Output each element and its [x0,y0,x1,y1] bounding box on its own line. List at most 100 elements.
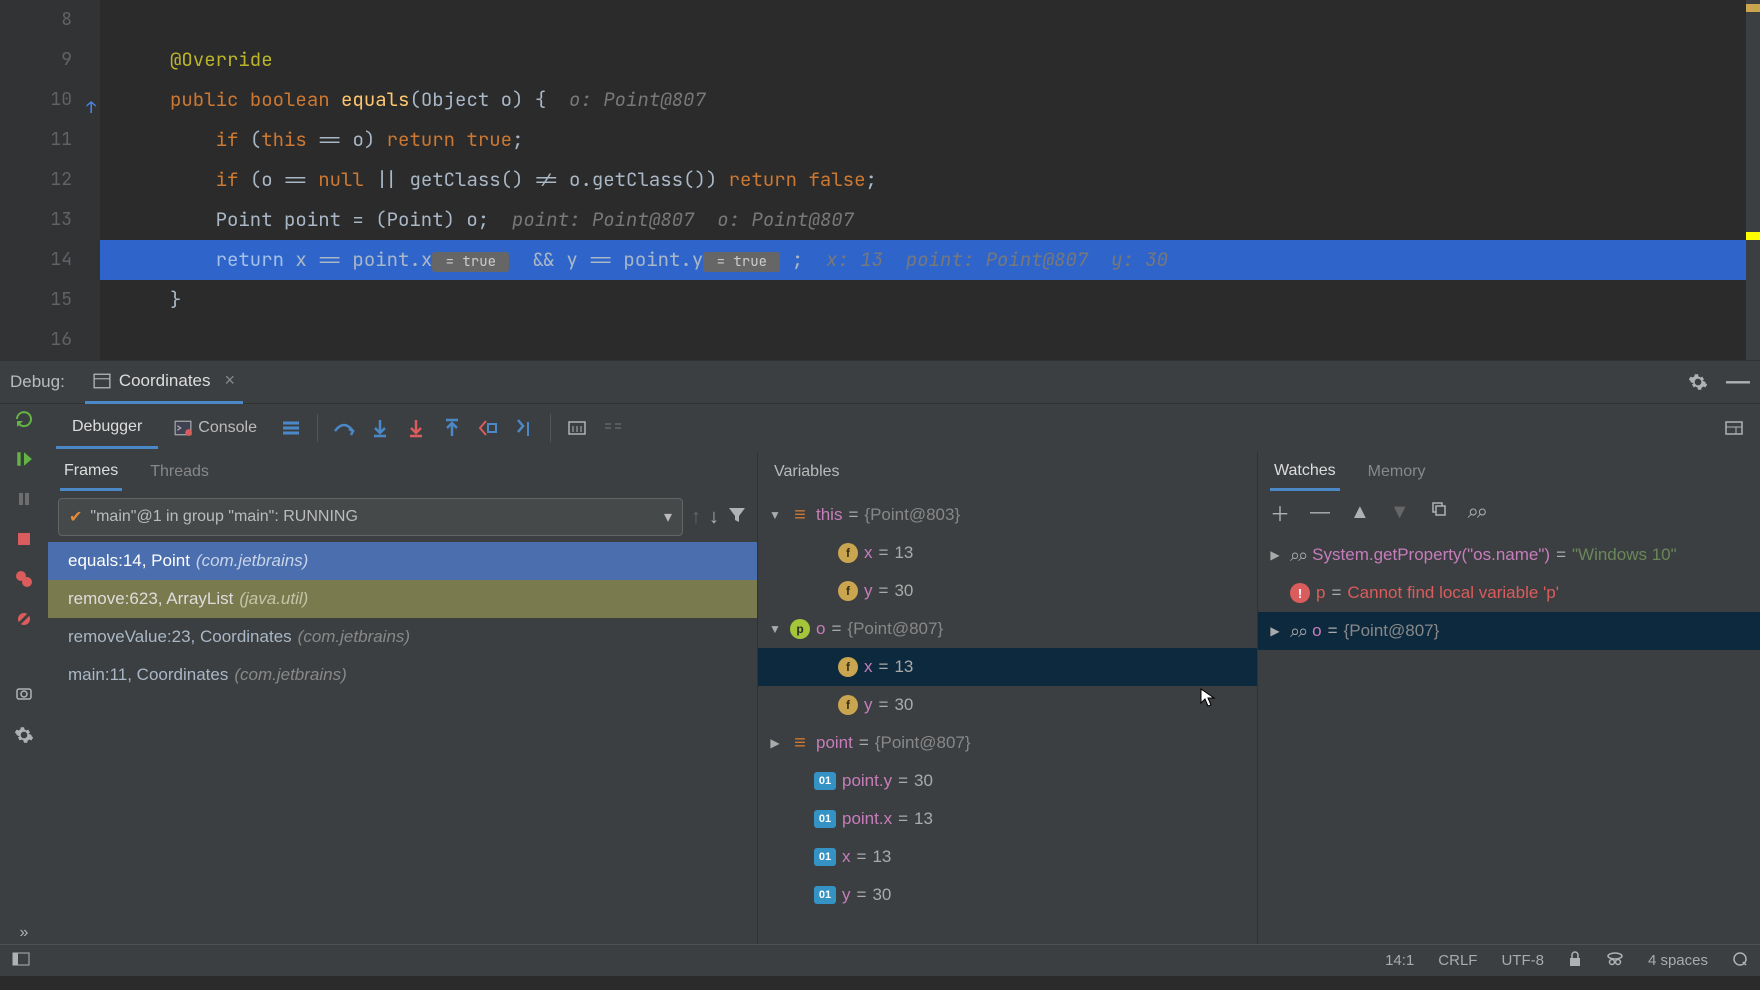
var-name: y [864,695,873,715]
gutter-line[interactable]: 9 [0,40,72,80]
view-breakpoints-icon[interactable] [13,568,35,590]
frame-row[interactable]: main:11, Coordinates (com.jetbrains) [48,656,757,694]
inspector-icon[interactable] [1606,951,1624,971]
watch-value: Cannot find local variable 'p' [1347,583,1559,603]
gutter-line[interactable]: 14 [0,240,72,280]
step-over-icon[interactable] [326,410,362,446]
resume-icon[interactable] [13,448,35,470]
variable-row[interactable]: ▶f y = 30 [758,686,1257,724]
chevron-down-icon[interactable]: ▾ [664,507,672,527]
step-into-icon[interactable] [362,410,398,446]
variable-row[interactable]: ▶01 y = 30 [758,876,1257,914]
frame-text: main:11, Coordinates [68,665,228,685]
scroll-marker[interactable] [1746,232,1760,240]
minimize-icon[interactable]: — [1726,368,1750,396]
close-icon[interactable]: × [225,370,236,391]
evaluate-expression-icon[interactable] [559,410,595,446]
filter-icon[interactable] [727,505,747,529]
debugger-tab[interactable]: Debugger [56,408,158,449]
remove-watch-icon[interactable]: — [1310,501,1330,524]
indent-settings[interactable]: 4 spaces [1648,952,1708,969]
duplicate-watch-icon[interactable] [1430,500,1448,524]
variable-row[interactable]: ▶≡ point = {Point@807} [758,724,1257,762]
variable-row[interactable]: ▶01 x = 13 [758,838,1257,876]
variable-row[interactable]: ▶01 point.y = 30 [758,762,1257,800]
step-out-icon[interactable] [434,410,470,446]
caret-position[interactable]: 14:1 [1385,952,1414,969]
expand-arrow-icon[interactable]: ▶ [1266,548,1284,562]
console-tab[interactable]: Console [158,409,273,447]
variable-row[interactable]: ▶01 point.x = 13 [758,800,1257,838]
var-eq: = [879,581,889,601]
watches-tab[interactable]: Watches [1270,454,1340,491]
frame-row[interactable]: equals:14, Point (com.jetbrains) [48,542,757,580]
variables-list: ▼≡ this = {Point@803}▶f x = 13▶f y = 30▼… [758,492,1257,918]
kw: true [455,127,512,152]
variable-row[interactable]: ▶f y = 30 [758,572,1257,610]
memory-tab[interactable]: Memory [1364,455,1430,489]
var-eq: = [879,657,889,677]
file-encoding[interactable]: UTF-8 [1501,952,1544,969]
frame-row[interactable]: removeValue:23, Coordinates (com.jetbrai… [48,618,757,656]
variable-row[interactable]: ▶f x = 13 [758,648,1257,686]
watches-panel: Watches Memory ＋ — ▲ ▼ ⌕⌕ ▶⌕⌕ System.get… [1258,452,1760,944]
line-separator[interactable]: CRLF [1438,952,1477,969]
editor-scrollbar[interactable] [1746,0,1760,360]
threads-tab[interactable]: Threads [146,455,213,489]
kw: if [216,127,239,152]
add-watch-icon[interactable]: ＋ [1270,498,1290,527]
debugger-settings-icon[interactable] [13,724,35,746]
readonly-lock-icon[interactable] [1568,951,1582,971]
debug-config-tab[interactable]: Coordinates × [85,360,243,404]
mute-breakpoints-icon[interactable] [13,608,35,630]
gutter-line[interactable]: 12 [0,160,72,200]
trace-current-stream-chain-icon[interactable] [595,410,631,446]
thread-selector[interactable]: ✔ "main"@1 in group "main": RUNNING ▾ [58,498,683,536]
drop-frame-icon[interactable] [470,410,506,446]
memory-indicator-icon[interactable] [1732,951,1748,971]
rerun-icon[interactable] [13,408,35,430]
tool-window-toggle-icon[interactable] [12,952,30,970]
gutter-line[interactable]: 10 ● ↑ [0,80,72,120]
next-frame-icon[interactable]: ↓ [709,506,719,529]
expand-icon[interactable]: » [13,922,35,944]
frames-tab[interactable]: Frames [60,454,122,491]
force-step-into-icon[interactable] [398,410,434,446]
var-name: x [864,657,873,677]
settings-icon[interactable] [1688,372,1708,392]
expand-arrow-icon[interactable]: ▶ [766,736,784,750]
override-up-icon[interactable]: ↑ [86,88,96,128]
inline-hint: point: Point@807 o: Point@807 [489,207,854,232]
prev-frame-icon[interactable]: ↑ [691,506,701,529]
move-down-icon[interactable]: ▼ [1390,501,1410,524]
get-thread-dump-icon[interactable] [13,684,35,706]
field-icon: f [838,695,858,715]
gutter-line[interactable]: 16 [0,320,72,360]
threads-view-icon[interactable] [273,410,309,446]
editor-code[interactable]: @Override public boolean equals(Object o… [100,0,1760,360]
stop-icon[interactable] [13,528,35,550]
watch-row[interactable]: ▶⌕⌕ System.getProperty("os.name") = "Win… [1258,536,1760,574]
gutter-line[interactable]: 11 [0,120,72,160]
expand-arrow-icon[interactable]: ▼ [766,508,784,522]
gutter-line[interactable]: 8 [0,0,72,40]
variable-row[interactable]: ▼p o = {Point@807} [758,610,1257,648]
watch-row[interactable]: ▶⌕⌕ o = {Point@807} [1258,612,1760,650]
run-to-cursor-icon[interactable] [506,410,542,446]
var-eq: = [898,809,908,829]
show-watches-in-variables-icon[interactable]: ⌕⌕ [1468,501,1486,524]
frame-row[interactable]: remove:623, ArrayList (java.util) [48,580,757,618]
expand-arrow-icon[interactable]: ▼ [766,622,784,636]
gutter-line[interactable]: 13 [0,200,72,240]
expand-arrow-icon[interactable]: ▶ [1266,624,1284,638]
gutter-line[interactable]: 15 [0,280,72,320]
pause-icon[interactable] [13,488,35,510]
variable-row[interactable]: ▼≡ this = {Point@803} [758,496,1257,534]
layout-settings-icon[interactable] [1716,410,1752,446]
scroll-marker[interactable] [1746,4,1760,12]
move-up-icon[interactable]: ▲ [1350,501,1370,524]
var-name: y [842,885,851,905]
var-name: this [816,505,842,525]
variable-row[interactable]: ▶f x = 13 [758,534,1257,572]
watch-row[interactable]: ▶! p = Cannot find local variable 'p' [1258,574,1760,612]
